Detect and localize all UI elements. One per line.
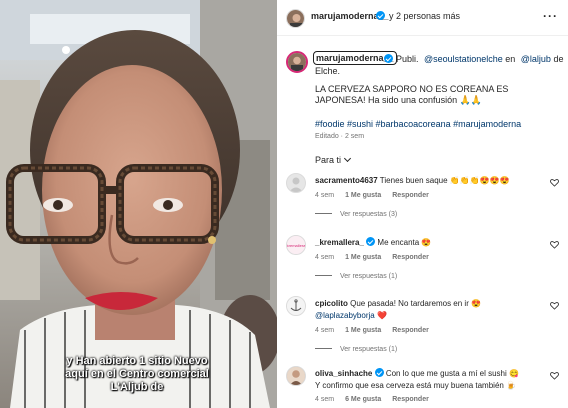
- caption-word: en: [505, 54, 516, 64]
- comment-body: Que pasada! No tardaremos en ir 😍: [350, 299, 482, 308]
- header-collaborators[interactable]: y 2 personas más: [389, 11, 460, 21]
- publi-label: Publi.: [396, 54, 419, 64]
- reply-button[interactable]: Responder: [392, 254, 429, 261]
- comment-likes[interactable]: 1 Me gusta: [345, 327, 381, 334]
- caption-first-line: Publi. @seoulstationelche en @laljub de: [396, 54, 563, 64]
- comment-sort-dropdown[interactable]: Para ti: [315, 154, 352, 165]
- mention-link[interactable]: @laplazabyborja: [315, 311, 375, 320]
- comment-avatar[interactable]: [286, 173, 306, 193]
- instagram-post-view: y Han abierto 1 sitio Nuevo aquí en el C…: [0, 0, 568, 408]
- caption-username[interactable]: marujamoderna__: [313, 51, 397, 65]
- reply-button[interactable]: Responder: [392, 327, 429, 334]
- avatar-image: kremallera: [287, 236, 305, 254]
- comment-likes[interactable]: 1 Me gusta: [345, 192, 381, 199]
- heart-icon[interactable]: [550, 301, 559, 310]
- heart-icon[interactable]: [550, 240, 559, 249]
- verified-badge-icon: [366, 237, 376, 246]
- comment-meta: 4 sem 6 Me gusta Responder: [315, 396, 440, 403]
- comment-username[interactable]: oliva_sinhache: [315, 369, 372, 378]
- comment-text: oliva_sinhache Con lo que me gusta a mí …: [315, 368, 535, 392]
- comment-emoji: ❤️: [376, 311, 387, 320]
- comment-body: Tienes buen saque 👏👏👏😍😍😍: [379, 176, 510, 185]
- view-replies-button[interactable]: Ver respuestas (1): [315, 273, 397, 280]
- avatar-image: [288, 53, 306, 71]
- anchor-icon: [287, 297, 305, 315]
- verified-badge-icon: [376, 11, 385, 20]
- comment-body-line2: Y confirmo que esa cerveza está muy buen…: [315, 381, 517, 390]
- default-avatar-icon: [289, 177, 303, 192]
- heart-icon[interactable]: [550, 178, 559, 187]
- more-horizontal-icon[interactable]: ···: [543, 10, 558, 22]
- comment-time: 4 sem: [315, 254, 335, 261]
- header-avatar[interactable]: [286, 9, 305, 28]
- video-caption: y Han abierto 1 sitio Nuevo aquí en el C…: [62, 355, 212, 394]
- caption-text: LA CERVEZA SAPPORO NO ES COREANA ES JAPO…: [315, 84, 509, 105]
- post-header: marujamoderna__ y 2 personas más ···: [277, 0, 568, 36]
- video-player[interactable]: y Han abierto 1 sitio Nuevo aquí en el C…: [0, 0, 277, 408]
- avatar-image: [287, 10, 304, 27]
- comment-time: 4 sem: [315, 192, 335, 199]
- comment-time: 4 sem: [315, 396, 335, 403]
- comment-meta: 4 sem 1 Me gusta Responder: [315, 327, 440, 334]
- svg-text:kremallera: kremallera: [287, 243, 305, 248]
- mention-link[interactable]: @seoulstationelche: [424, 54, 503, 64]
- caption-line: aquí en el Centro comercial: [65, 368, 209, 380]
- comment-likes[interactable]: 6 Me gusta: [345, 396, 381, 403]
- caption-second-line: Elche.: [315, 66, 341, 76]
- edited-timestamp: Editado · 2 sem: [315, 133, 365, 140]
- verified-badge-icon: [384, 54, 393, 63]
- caption-line: L'Aljub de: [110, 381, 164, 393]
- comment-username[interactable]: sacramento4637: [315, 176, 378, 185]
- mention-link[interactable]: @laljub: [521, 54, 551, 64]
- comment-avatar[interactable]: [286, 366, 306, 386]
- reply-button[interactable]: Responder: [392, 192, 429, 199]
- post-details-panel: marujamoderna__ y 2 personas más ··· mar…: [277, 0, 568, 408]
- view-replies-button[interactable]: Ver respuestas (3): [315, 211, 397, 218]
- comment-time: 4 sem: [315, 327, 335, 334]
- heart-icon[interactable]: [550, 371, 559, 380]
- comment-username[interactable]: _kremallera_: [315, 238, 364, 247]
- caption-word: de: [553, 54, 564, 64]
- comment-text: cpicolito Que pasada! No tardaremos en i…: [315, 298, 535, 322]
- sort-label: Para ti: [315, 155, 342, 165]
- comment-username[interactable]: cpicolito: [315, 299, 348, 308]
- view-replies-button[interactable]: Ver respuestas (1): [315, 346, 397, 353]
- caption-avatar[interactable]: [286, 51, 308, 73]
- avatar-image: [287, 367, 305, 385]
- chevron-down-icon: [343, 154, 352, 163]
- comment-avatar[interactable]: kremallera: [286, 235, 306, 255]
- caption-line: y Han abierto 1 sitio Nuevo: [66, 355, 208, 367]
- video-frame: [0, 0, 277, 408]
- comment-likes[interactable]: 1 Me gusta: [345, 254, 381, 261]
- comment-meta: 4 sem 1 Me gusta Responder: [315, 192, 440, 199]
- comment-text: _kremallera_ Me encanta 😍: [315, 237, 535, 249]
- comment-body: Con lo que me gusta a mí el sushi 😋: [385, 369, 519, 378]
- comment-avatar[interactable]: [286, 296, 306, 316]
- hashtag-links[interactable]: #foodie #sushi #barbacoacoreana #marujam…: [315, 119, 521, 129]
- reply-button[interactable]: Responder: [392, 396, 429, 403]
- verified-badge-icon: [374, 368, 384, 377]
- comment-text: sacramento4637 Tienes buen saque 👏👏👏😍😍😍: [315, 175, 535, 187]
- comment-body: Me encanta 😍: [377, 238, 432, 247]
- comment-meta: 4 sem 1 Me gusta Responder: [315, 254, 440, 261]
